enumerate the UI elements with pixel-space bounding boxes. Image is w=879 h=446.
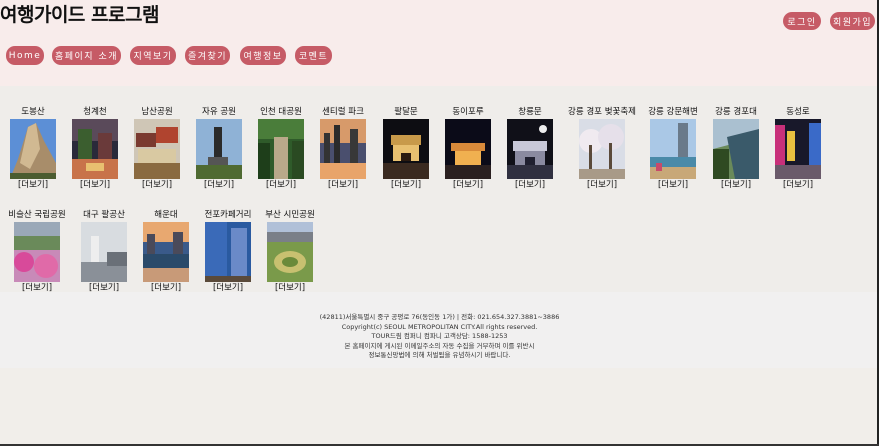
place-thumbnail[interactable]	[72, 119, 118, 179]
nav-favorites[interactable]: 즐겨찾기	[185, 46, 230, 65]
more-link[interactable]: [더보기]	[564, 179, 640, 191]
place-thumbnail[interactable]	[196, 119, 242, 179]
place-thumbnail[interactable]	[81, 222, 127, 282]
place-name: 비슬산 국립공원	[8, 210, 66, 220]
footer: (42811)서울특별시 중구 공평로 76(동인동 1가) | 전화: 021…	[0, 292, 879, 368]
place-card[interactable]: 비슬산 국립공원 [더보기]	[0, 209, 75, 294]
nav-travel-info[interactable]: 여행정보	[240, 46, 286, 65]
nav-region[interactable]: 지역보기	[130, 46, 176, 65]
header: 여행가이드 프로그램 로그인 회원가입 Home 홈페이지 소개 지역보기 즐겨…	[0, 0, 879, 86]
place-thumbnail[interactable]	[579, 119, 625, 179]
more-link[interactable]: [더보기]	[492, 179, 568, 191]
place-thumbnail[interactable]	[205, 222, 251, 282]
place-thumbnail[interactable]	[713, 119, 759, 179]
place-thumbnail[interactable]	[383, 119, 429, 179]
footer-address: (42811)서울특별시 중구 공평로 76(동인동 1가) | 전화: 021…	[319, 313, 560, 321]
nav-about[interactable]: 홈페이지 소개	[52, 46, 121, 65]
footer-notice: 정보통신망법에 의해 처벌됨을 유념하시기 바랍니다.	[368, 351, 511, 359]
place-card[interactable]: 창룡문 [더보기]	[492, 106, 568, 191]
site-title: 여행가이드 프로그램	[0, 4, 159, 26]
more-link[interactable]: [더보기]	[760, 179, 836, 191]
place-name: 강릉 경포 벚꽃축제	[568, 107, 636, 117]
place-thumbnail[interactable]	[445, 119, 491, 179]
place-thumbnail[interactable]	[320, 119, 366, 179]
place-thumbnail[interactable]	[775, 119, 821, 179]
place-card[interactable]: 강릉 경포 벚꽃축제 [더보기]	[564, 106, 640, 191]
place-name: 창룡문	[518, 107, 542, 117]
footer-copyright: Copyright(c) SEOUL METROPOLITAN CITY.All…	[341, 322, 538, 331]
place-thumbnail[interactable]	[650, 119, 696, 179]
place-name: 동성로	[786, 107, 810, 117]
place-thumbnail[interactable]	[14, 222, 60, 282]
login-button[interactable]: 로그인	[783, 12, 821, 30]
footer-notice: 본 홈페이지에 게시된 이메일주소의 자동 수집을 거부하며 이를 위반시	[344, 341, 535, 350]
nav-home[interactable]: Home	[6, 46, 44, 65]
place-card[interactable]: 부산 시민공원 [더보기]	[252, 209, 328, 294]
place-thumbnail[interactable]	[134, 119, 180, 179]
place-card[interactable]: 동성로 [더보기]	[760, 106, 836, 191]
footer-contact: TOUR드림 컴퍼니 컴파니 고객상담: 1588-1253	[371, 332, 508, 340]
place-thumbnail[interactable]	[258, 119, 304, 179]
place-thumbnail[interactable]	[267, 222, 313, 282]
place-thumbnail[interactable]	[507, 119, 553, 179]
nav-comments[interactable]: 코멘트	[295, 46, 332, 65]
place-thumbnail[interactable]	[143, 222, 189, 282]
signup-button[interactable]: 회원가입	[830, 12, 875, 30]
place-thumbnail[interactable]	[10, 119, 56, 179]
place-grid: 도봉산 [더보기] 청계천 [더보기] 남산공원 [더보기] 자유 공원 [더보…	[0, 86, 879, 294]
place-name: 부산 시민공원	[265, 210, 315, 220]
